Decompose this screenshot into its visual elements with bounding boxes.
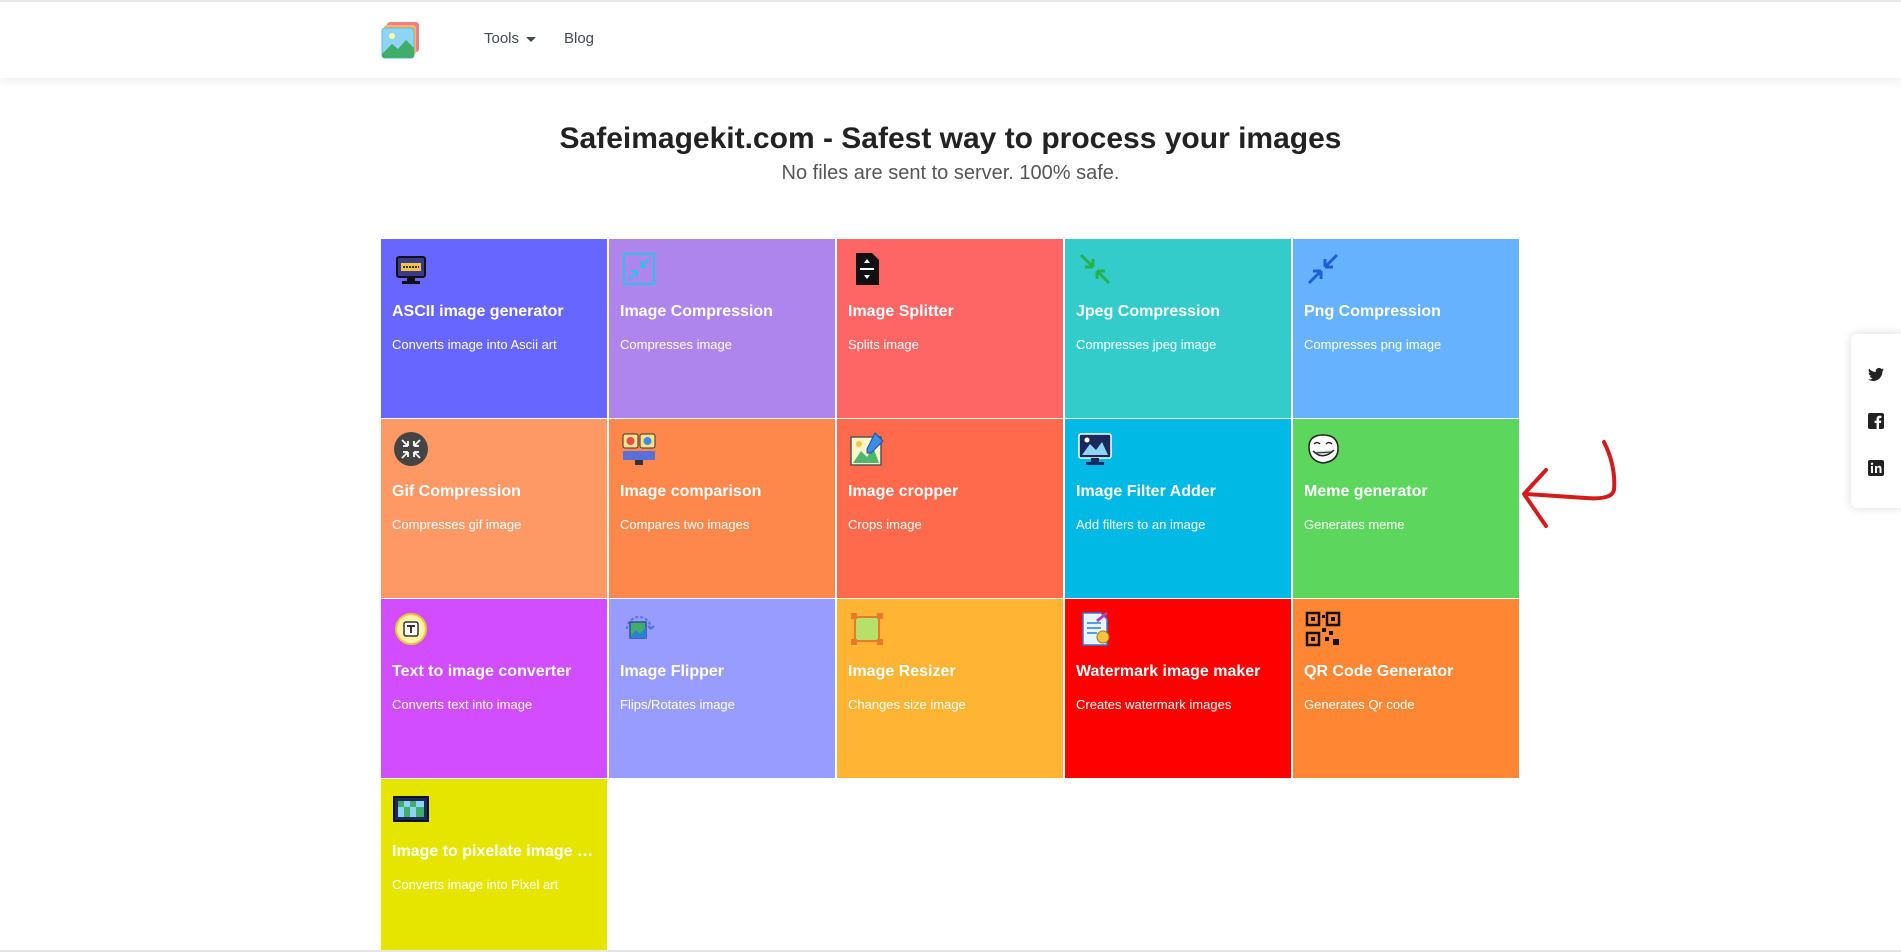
tool-description: Compresses png image (1304, 337, 1442, 352)
twitter-icon[interactable] (1868, 366, 1884, 382)
tool-card-image-resizer[interactable]: Image Resizer Changes size image (837, 599, 1063, 778)
nav-tools-dropdown[interactable]: Tools (484, 30, 537, 47)
tool-card-image-comparison[interactable]: Image comparison Compares two images (609, 419, 835, 598)
tool-title: Image Splitter (848, 303, 954, 320)
compare-screens-icon (622, 433, 656, 465)
tool-description: Converts image into Ascii art (392, 337, 557, 352)
tool-card-jpeg-compression[interactable]: Jpeg Compression Compresses jpeg image (1065, 239, 1291, 418)
tool-title: Jpeg Compression (1076, 303, 1221, 320)
pixel-image-icon (393, 796, 429, 822)
tool-card-image-filter-adder[interactable]: Image Filter Adder Add filters to an ima… (1065, 419, 1291, 598)
watermark-doc-icon (1082, 611, 1110, 646)
tool-description: Generates Qr code (1304, 697, 1415, 712)
resize-square-icon (851, 613, 883, 645)
tool-description: Changes size image (848, 697, 966, 712)
ascii-monitor-icon (396, 256, 426, 284)
tool-description: Creates watermark images (1076, 697, 1232, 712)
qr-code-icon (1305, 611, 1341, 647)
site-logo[interactable] (380, 20, 422, 60)
troll-face-icon (1308, 434, 1339, 464)
tool-card-watermark-image-maker[interactable]: Watermark image maker Creates watermark … (1065, 599, 1291, 778)
tool-title: Image cropper (848, 483, 959, 500)
tool-description: Compresses gif image (392, 517, 522, 532)
tool-title: Image Compression (620, 303, 773, 320)
tool-title: Png Compression (1304, 303, 1441, 320)
tool-card-image-flipper[interactable]: Image Flipper Flips/Rotates image (609, 599, 835, 778)
top-navbar: Tools Blog (0, 0, 1901, 78)
text-badge-icon (395, 613, 427, 645)
tool-title: QR Code Generator (1304, 663, 1454, 680)
tool-description: Crops image (848, 517, 922, 532)
social-share-bar (1851, 334, 1901, 508)
tool-description: Converts image into Pixel art (392, 877, 559, 892)
tool-title: Image comparison (620, 483, 762, 500)
tool-description: Compresses image (620, 337, 732, 352)
tool-description: Flips/Rotates image (620, 697, 735, 712)
filter-monitor-icon (1078, 433, 1112, 465)
split-file-icon (856, 253, 879, 285)
tool-card-image-cropper[interactable]: Image cropper Crops image (837, 419, 1063, 598)
tool-description: Splits image (848, 337, 919, 352)
tool-card-qr-code-generator[interactable]: QR Code Generator Generates Qr code (1293, 599, 1519, 778)
tool-card-gif-compression[interactable]: Gif Compression Compresses gif image (381, 419, 607, 598)
tool-card-image-to-pixelate[interactable]: Image to pixelate image converter Conver… (381, 779, 607, 952)
tool-card-text-to-image-converter[interactable]: Text to image converter Converts text in… (381, 599, 607, 778)
tool-title: Image to pixelate image converter (392, 843, 598, 860)
tool-title: Text to image converter (392, 663, 572, 680)
page-title: Safeimagekit.com - Safest way to process… (559, 122, 1342, 155)
tool-title: Image Filter Adder (1076, 483, 1216, 500)
nav-tools-label: Tools (484, 30, 520, 47)
nav-blog-link[interactable]: Blog (564, 30, 594, 47)
tool-description: Converts text into image (392, 697, 533, 712)
gif-compress-icon (394, 432, 428, 466)
crop-picture-icon (850, 432, 884, 466)
chevron-down-icon (526, 36, 537, 42)
page-subtitle: No files are sent to server. 100% safe. (781, 162, 1120, 184)
tool-description: Compares two images (620, 517, 750, 532)
facebook-icon[interactable] (1868, 413, 1884, 429)
tool-description: Compresses jpeg image (1076, 337, 1217, 352)
red-arrow-annotation (1522, 440, 1617, 528)
tool-description: Add filters to an image (1076, 517, 1206, 532)
tool-description: Generates meme (1304, 517, 1405, 532)
tool-title: ASCII image generator (392, 303, 564, 320)
tool-title: Meme generator (1304, 483, 1428, 500)
linkedin-icon[interactable] (1868, 460, 1884, 476)
tool-card-png-compression[interactable]: Png Compression Compresses png image (1293, 239, 1519, 418)
compress-arrows-icon (623, 253, 655, 285)
tool-card-ascii-image-generator[interactable]: ASCII image generator Converts image int… (381, 239, 607, 418)
rotate-image-icon (626, 616, 655, 639)
tool-title: Gif Compression (392, 483, 521, 500)
tool-card-image-splitter[interactable]: Image Splitter Splits image (837, 239, 1063, 418)
png-compress-icon (1307, 253, 1339, 285)
tool-title: Watermark image maker (1076, 663, 1261, 680)
tool-title: Image Resizer (848, 663, 956, 680)
tool-title: Image Flipper (620, 663, 725, 680)
tool-card-meme-generator[interactable]: Meme generator Generates meme (1293, 419, 1519, 598)
jpeg-compress-icon (1079, 253, 1111, 285)
tool-card-image-compression[interactable]: Image Compression Compresses image (609, 239, 835, 418)
